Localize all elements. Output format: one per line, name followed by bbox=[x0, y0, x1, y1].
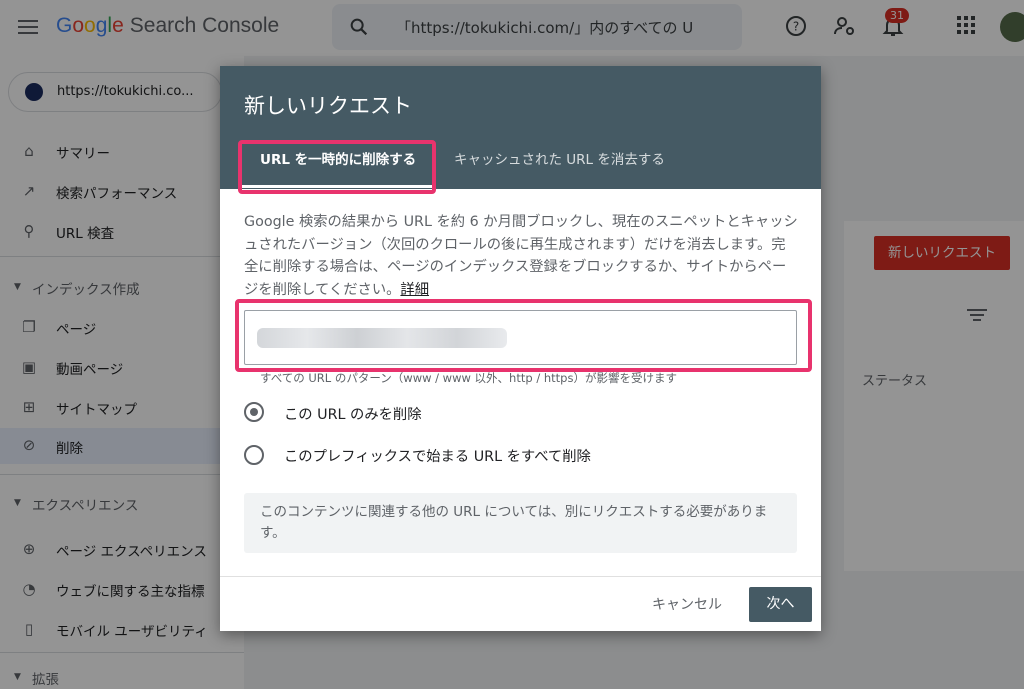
info-note: このコンテンツに関連する他の URL については、別にリクエストする必要がありま… bbox=[244, 493, 797, 553]
tab-clear-cached-url[interactable]: キャッシュされた URL を消去する bbox=[454, 148, 665, 168]
radio-remove-all-with-prefix[interactable] bbox=[244, 445, 264, 465]
radio-label-remove-all-with-prefix[interactable]: このプレフィックスで始まる URL をすべて削除 bbox=[284, 445, 591, 466]
tab-highlight-box bbox=[238, 140, 436, 194]
radio-label-remove-this-url-only[interactable]: この URL のみを削除 bbox=[284, 403, 422, 424]
dialog-title: 新しいリクエスト bbox=[244, 94, 412, 118]
radio-remove-this-url-only[interactable] bbox=[244, 402, 264, 422]
url-input-highlight-box bbox=[235, 299, 812, 372]
dialog-footer-divider bbox=[220, 576, 821, 577]
info-note-text: このコンテンツに関連する他の URL については、別にリクエストする必要がありま… bbox=[260, 504, 768, 541]
cancel-button[interactable]: キャンセル bbox=[652, 594, 722, 614]
next-button[interactable]: 次へ bbox=[749, 587, 812, 622]
url-input-hint: すべての URL のパターン（www / www 以外、http / https… bbox=[260, 371, 677, 385]
new-request-dialog: 新しいリクエスト URL を一時的に削除する キャッシュされた URL を消去す… bbox=[220, 66, 821, 631]
details-link[interactable]: 詳細 bbox=[400, 282, 429, 298]
dialog-description: Google 検索の結果から URL を約 6 か月間ブロックし、現在のスニペッ… bbox=[244, 214, 798, 298]
